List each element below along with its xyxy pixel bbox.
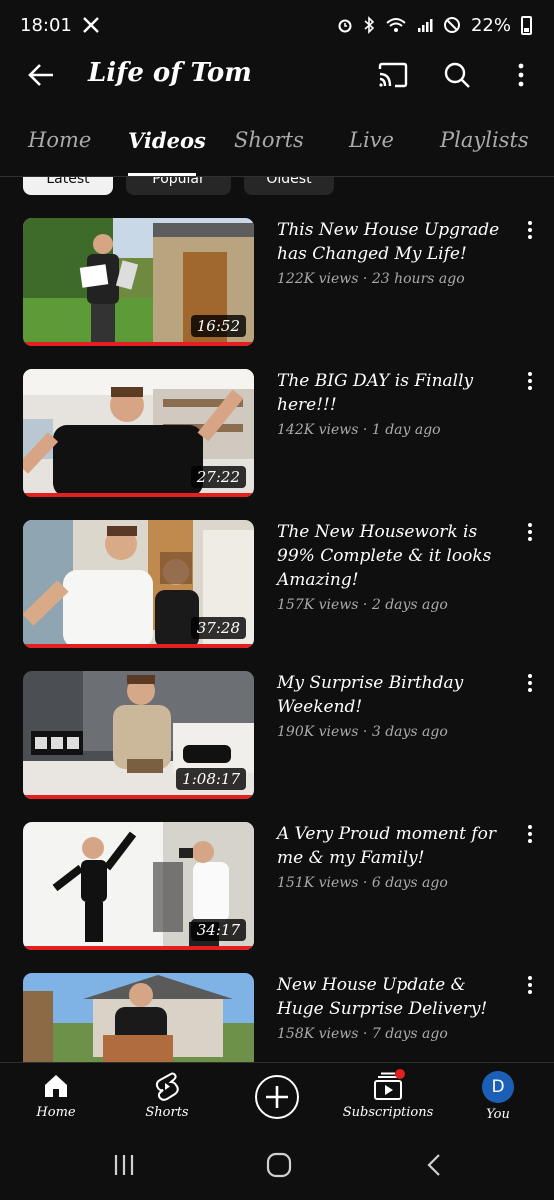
video-stats: 190K views · 3 days ago	[277, 724, 448, 740]
tab-playlists[interactable]: Playlists	[440, 128, 529, 152]
video-title[interactable]: My Surprise Birthday Weekend!	[277, 671, 517, 719]
watch-progress-bar	[23, 795, 254, 799]
nav-create[interactable]	[227, 1074, 327, 1120]
bottom-nav: Home Shorts Subscriptions D You	[0, 1062, 554, 1132]
video-age: 2 days ago	[371, 597, 448, 613]
wifi-icon	[385, 16, 407, 34]
watch-progress-bar	[23, 946, 254, 950]
more-vert-icon[interactable]	[506, 58, 536, 92]
chip-oldest[interactable]: Oldest	[244, 177, 334, 195]
nav-home-label: Home	[36, 1105, 76, 1120]
video-title[interactable]: The BIG DAY is Finally here!!!	[277, 369, 517, 417]
chip-latest[interactable]: Latest	[23, 177, 113, 195]
video-stats: 151K views · 6 days ago	[277, 875, 448, 891]
video-title[interactable]: This New House Upgrade has Changed My Li…	[277, 218, 517, 266]
subscriptions-icon	[373, 1069, 405, 1101]
video-item[interactable]: New House Update & Huge Surprise Deliver…	[0, 973, 554, 1062]
tab-home[interactable]: Home	[28, 128, 91, 152]
video-age: 23 hours ago	[371, 271, 465, 287]
video-list: 16:52 This New House Upgrade has Changed…	[0, 195, 554, 1062]
more-vert-icon[interactable]	[522, 369, 538, 393]
more-vert-icon[interactable]	[522, 218, 538, 242]
do-not-disturb-icon	[443, 16, 461, 34]
battery-percent: 22%	[470, 14, 511, 36]
video-age: 1 day ago	[371, 422, 441, 438]
video-age: 3 days ago	[371, 724, 448, 740]
video-item[interactable]: 37:28 The New Housework is 99% Complete …	[0, 520, 554, 671]
watch-progress-bar	[23, 644, 254, 648]
sort-chips: Latest Popular Oldest	[0, 177, 554, 195]
nav-subscriptions[interactable]: Subscriptions	[338, 1069, 438, 1120]
add-circle-icon	[254, 1074, 300, 1120]
video-age: 6 days ago	[371, 875, 448, 891]
video-item[interactable]: 16:52 This New House Upgrade has Changed…	[0, 218, 554, 369]
watch-progress-bar	[23, 493, 254, 497]
x-icon	[82, 16, 100, 34]
video-views: 158K views	[277, 1026, 359, 1042]
video-title[interactable]: New House Update & Huge Surprise Deliver…	[277, 973, 517, 1021]
nav-you[interactable]: D You	[448, 1071, 548, 1122]
watch-progress-bar	[23, 342, 254, 346]
nav-shorts[interactable]: Shorts	[117, 1071, 217, 1120]
video-thumbnail[interactable]: 16:52	[23, 218, 254, 346]
video-thumbnail[interactable]: 27:22	[23, 369, 254, 497]
recent-apps-icon[interactable]	[104, 1150, 144, 1180]
tab-live[interactable]: Live	[349, 128, 394, 152]
video-stats: 157K views · 2 days ago	[277, 597, 448, 613]
home-button-icon[interactable]	[259, 1150, 299, 1180]
channel-tabs: Home Videos Shorts Live Playlists	[0, 118, 554, 176]
video-age: 7 days ago	[371, 1026, 448, 1042]
video-thumbnail[interactable]: 37:28	[23, 520, 254, 648]
nav-shorts-label: Shorts	[145, 1105, 189, 1120]
video-views: 142K views	[277, 422, 359, 438]
more-vert-icon[interactable]	[522, 671, 538, 695]
more-vert-icon[interactable]	[522, 822, 538, 846]
battery-icon	[521, 15, 532, 35]
back-button-icon[interactable]	[414, 1150, 454, 1180]
notification-dot	[395, 1069, 405, 1079]
video-duration: 37:28	[190, 617, 246, 639]
tab-videos[interactable]: Videos	[128, 128, 206, 153]
home-icon	[41, 1071, 71, 1101]
video-item[interactable]: 1:08:17 My Surprise Birthday Weekend! 19…	[0, 671, 554, 822]
video-item[interactable]: 34:17 A Very Proud moment for me & my Fa…	[0, 822, 554, 973]
tab-shorts[interactable]: Shorts	[234, 128, 304, 152]
avatar: D	[482, 1071, 514, 1103]
video-views: 151K views	[277, 875, 359, 891]
chip-popular[interactable]: Popular	[126, 177, 231, 195]
video-stats: 142K views · 1 day ago	[277, 422, 441, 438]
video-item[interactable]: 27:22 The BIG DAY is Finally here!!! 142…	[0, 369, 554, 520]
status-time: 18:01	[20, 14, 72, 36]
shorts-icon	[152, 1071, 182, 1101]
video-title[interactable]: A Very Proud moment for me & my Family!	[277, 822, 517, 870]
video-duration: 16:52	[190, 315, 246, 337]
signal-icon	[417, 17, 433, 33]
video-thumbnail[interactable]: 34:17	[23, 822, 254, 950]
back-arrow-icon[interactable]	[24, 58, 58, 92]
nav-subscriptions-label: Subscriptions	[342, 1105, 434, 1120]
bluetooth-icon	[363, 16, 375, 34]
cast-icon[interactable]	[378, 58, 408, 92]
system-nav-bar	[0, 1132, 554, 1200]
video-duration: 27:22	[190, 466, 246, 488]
video-views: 157K views	[277, 597, 359, 613]
video-stats: 122K views · 23 hours ago	[277, 271, 465, 287]
video-duration: 34:17	[190, 919, 246, 941]
video-title[interactable]: The New Housework is 99% Complete & it l…	[277, 520, 517, 592]
nav-you-label: You	[486, 1107, 510, 1122]
video-duration: 1:08:17	[176, 768, 246, 790]
more-vert-icon[interactable]	[522, 520, 538, 544]
more-vert-icon[interactable]	[522, 973, 538, 997]
video-thumbnail[interactable]	[23, 973, 254, 1062]
video-thumbnail[interactable]: 1:08:17	[23, 671, 254, 799]
video-views: 122K views	[277, 271, 359, 287]
video-stats: 158K views · 7 days ago	[277, 1026, 448, 1042]
nav-home[interactable]: Home	[6, 1071, 106, 1120]
alarm-icon	[337, 17, 353, 33]
app-bar: Life of Tom	[0, 50, 554, 100]
video-views: 190K views	[277, 724, 359, 740]
status-bar: 18:01 22%	[0, 0, 554, 50]
channel-title: Life of Tom	[88, 58, 252, 88]
search-icon[interactable]	[442, 58, 472, 92]
